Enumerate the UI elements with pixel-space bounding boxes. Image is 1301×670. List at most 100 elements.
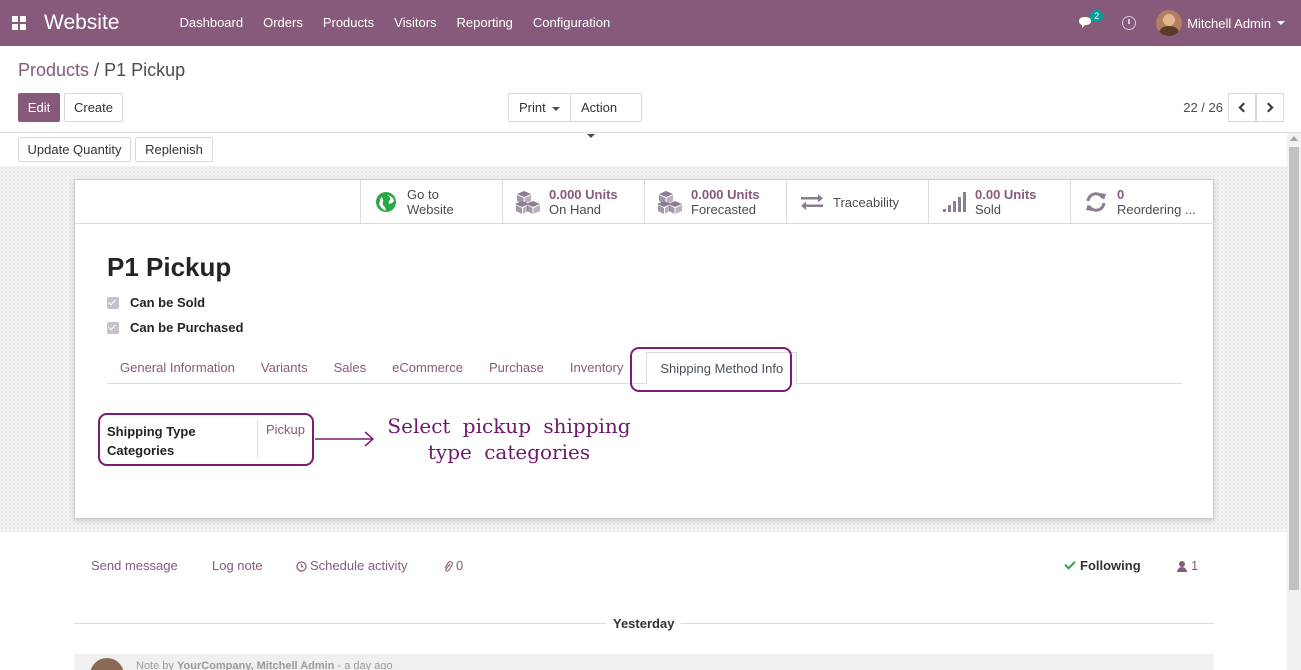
attachments-count: 0 <box>456 558 464 573</box>
can-be-sold-checkbox[interactable] <box>107 296 119 309</box>
chevron-left-icon <box>1238 102 1249 113</box>
smart-button-forecasted-value: 0.000 Units <box>691 187 760 202</box>
menu-dashboard[interactable]: Dashboard <box>169 0 253 46</box>
print-caret-icon <box>551 106 560 111</box>
log-note-button[interactable]: Log note <box>212 558 263 573</box>
check-icon <box>1064 558 1076 570</box>
smart-button-website-label: Website <box>407 202 454 217</box>
arrow-right-icon <box>315 431 375 447</box>
tab-inventory[interactable]: Inventory <box>557 352 636 383</box>
tab-sales[interactable]: Sales <box>321 352 380 383</box>
user-avatar[interactable] <box>1156 10 1183 36</box>
tab-ecommerce[interactable]: eCommerce <box>379 352 476 383</box>
smart-button-forecasted[interactable]: 0.000 Units Forecasted <box>644 180 786 224</box>
smart-button-sold-label: Sold <box>975 202 1002 217</box>
smart-button-traceability[interactable]: Traceability <box>786 180 928 224</box>
shipping-type-categories-value[interactable]: Pickup <box>266 422 305 437</box>
can-be-purchased-label: Can be Purchased <box>130 320 244 335</box>
smart-button-forecasted-label: Forecasted <box>691 202 757 217</box>
messages-icon[interactable]: 2 <box>1078 10 1104 30</box>
menu-products[interactable]: Products <box>313 0 384 46</box>
main-menu: Dashboard Orders Products Visitors Repor… <box>169 0 620 46</box>
smart-button-traceability-label: Traceability <box>833 194 899 210</box>
message-author-avatar[interactable] <box>90 658 124 670</box>
messages-count-badge: 2 <box>1090 10 1104 22</box>
tab-highlight-annotation <box>630 347 792 392</box>
smart-buttons: Go to Website 0.000 Units On Hand 0.000 Un… <box>360 180 1214 224</box>
globe-icon <box>376 192 396 212</box>
can-be-sold-row: Can be Sold <box>107 295 205 310</box>
smart-button-on-hand[interactable]: 0.000 Units On Hand <box>502 180 644 224</box>
day-separator-label: Yesterday <box>606 616 682 631</box>
update-quantity-button[interactable]: Update Quantity <box>18 137 131 162</box>
smart-button-on-hand-value: 0.000 Units <box>549 187 618 202</box>
pager-next-button[interactable] <box>1256 93 1284 122</box>
pager-previous-button[interactable] <box>1228 93 1256 122</box>
can-be-sold-label: Can be Sold <box>130 295 206 310</box>
user-menu-caret-icon[interactable] <box>1277 21 1285 25</box>
edit-button[interactable]: Edit <box>18 93 60 122</box>
user-icon <box>1177 561 1187 573</box>
action-label: Action <box>581 100 618 115</box>
cubes-icon <box>657 191 682 214</box>
apps-menu-icon[interactable] <box>12 16 26 30</box>
clock-icon <box>296 561 307 572</box>
app-brand[interactable]: Website <box>44 11 119 35</box>
menu-reporting[interactable]: Reporting <box>447 0 523 46</box>
tab-variants[interactable]: Variants <box>248 352 321 383</box>
signal-icon <box>943 192 966 212</box>
menu-visitors[interactable]: Visitors <box>384 0 446 46</box>
followers-count: 1 <box>1191 558 1199 573</box>
smart-button-sold[interactable]: 0.00 Units Sold <box>928 180 1070 224</box>
smart-button-reordering-value: 0 <box>1117 187 1125 202</box>
menu-orders[interactable]: Orders <box>253 0 313 46</box>
annotation-text: Select pickup shipping type categories <box>387 414 631 464</box>
shipping-type-categories-label: Shipping Type Categories <box>107 424 196 458</box>
breadcrumb-products-link[interactable]: Products <box>18 60 89 80</box>
can-be-purchased-row: Can be Purchased <box>107 320 243 335</box>
pager-value[interactable]: 22 / 26 <box>1183 100 1223 115</box>
field-separator <box>257 420 258 458</box>
scrollbar[interactable] <box>1287 133 1301 670</box>
smart-button-on-hand-label: On Hand <box>549 202 602 217</box>
refresh-icon <box>1086 192 1106 212</box>
following-label: Following <box>1080 558 1141 573</box>
following-button[interactable]: Following <box>1064 558 1141 573</box>
breadcrumb: Products / P1 Pickup <box>18 60 185 81</box>
smart-button-website-value: Go to <box>407 187 439 202</box>
action-caret-icon <box>587 133 595 138</box>
smart-button-sold-value: 0.00 Units <box>975 187 1037 202</box>
send-message-button[interactable]: Send message <box>91 558 178 573</box>
smart-button-reordering-label: Reordering ... <box>1117 202 1196 217</box>
message-time: - a day ago <box>337 660 393 670</box>
print-dropdown[interactable]: Print <box>508 93 571 122</box>
form-sheet: Go to Website 0.000 Units On Hand 0.000 Un… <box>74 179 1214 519</box>
menu-configuration[interactable]: Configuration <box>523 0 620 46</box>
user-name[interactable]: Mitchell Admin <box>1187 16 1271 31</box>
product-title[interactable]: P1 Pickup <box>107 252 231 283</box>
action-dropdown[interactable]: Action <box>570 93 642 138</box>
smart-button-website[interactable]: Go to Website <box>360 180 502 224</box>
scroll-up-arrow-icon[interactable] <box>1290 136 1298 141</box>
print-label: Print <box>519 100 546 115</box>
can-be-purchased-checkbox[interactable] <box>107 321 119 334</box>
attachments-button[interactable]: 0 <box>443 558 463 573</box>
tab-purchase[interactable]: Purchase <box>476 352 557 383</box>
followers-button[interactable]: 1 <box>1177 558 1198 573</box>
smart-button-reordering[interactable]: 0 Reordering ... <box>1070 180 1212 224</box>
control-panel-divider <box>0 132 1301 133</box>
paperclip-icon <box>444 560 453 572</box>
create-button[interactable]: Create <box>64 93 123 122</box>
message-header: Note by YourCompany, Mitchell Admin - a … <box>136 660 393 670</box>
tab-general-information[interactable]: General Information <box>107 352 248 383</box>
message-author[interactable]: YourCompany, Mitchell Admin <box>177 660 334 670</box>
top-navbar: Website Dashboard Orders Products Visito… <box>0 0 1301 46</box>
cubes-icon <box>515 191 540 214</box>
schedule-activity-label: Schedule activity <box>310 558 408 573</box>
replenish-button[interactable]: Replenish <box>135 137 213 162</box>
scrollbar-thumb[interactable] <box>1289 147 1299 590</box>
message-item: Note by YourCompany, Mitchell Admin - a … <box>74 654 1214 670</box>
chevron-right-icon <box>1263 102 1274 113</box>
activity-clock-icon[interactable] <box>1122 16 1137 30</box>
schedule-activity-button[interactable]: Schedule activity <box>296 558 408 573</box>
